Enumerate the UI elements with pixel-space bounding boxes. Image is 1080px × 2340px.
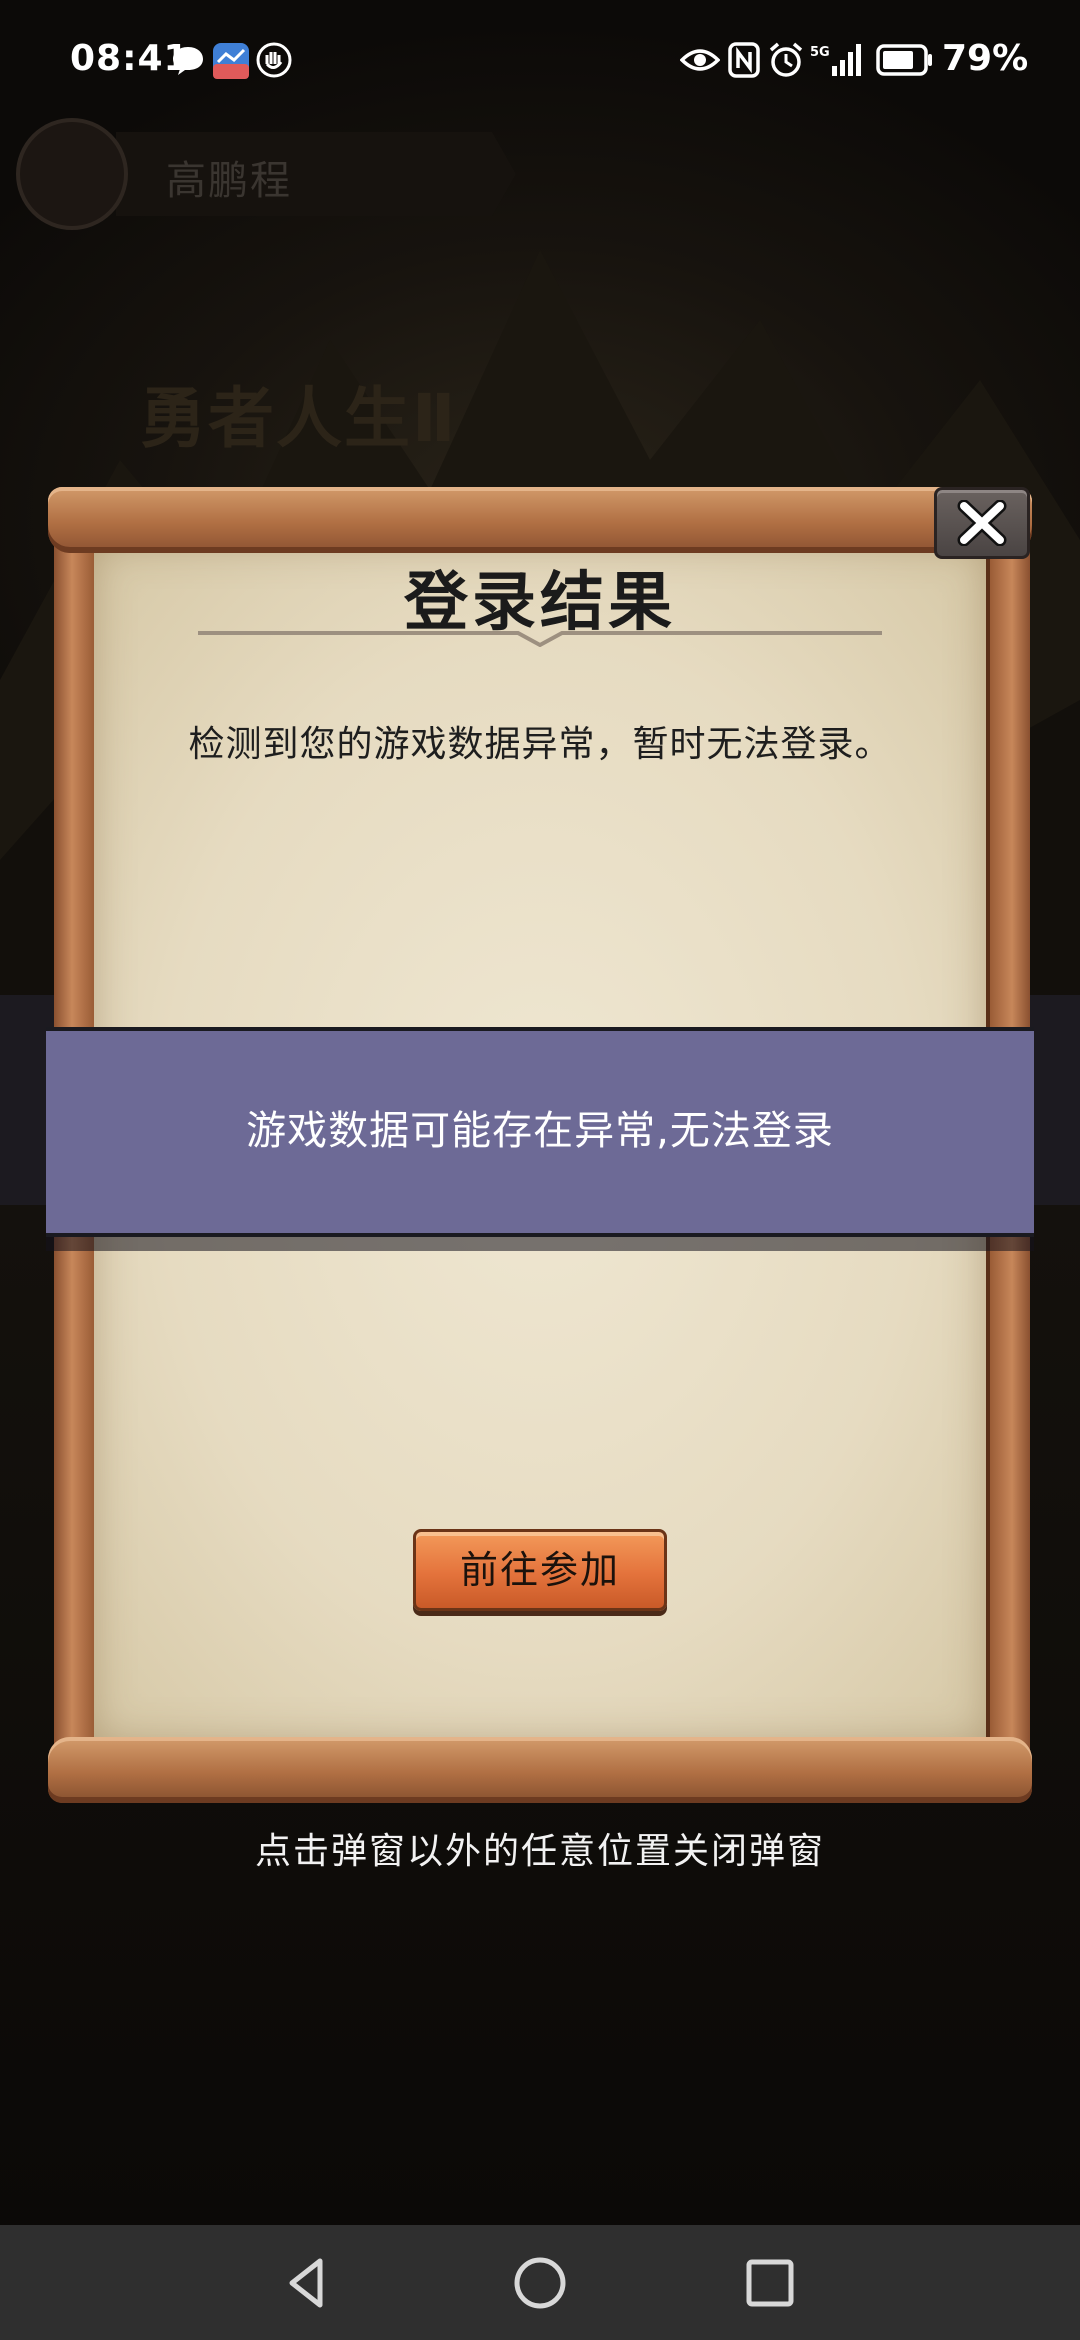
battery-icon	[876, 44, 932, 76]
screen: 高鹏程 勇者人生Ⅱ 08:41 5G 79% 登录结果 检测到您的游戏数据异常，…	[0, 0, 1080, 2340]
scroll-bottom-roll	[48, 1737, 1032, 1803]
network-type: 5G	[810, 45, 830, 60]
nfc-icon	[728, 42, 760, 78]
alarm-icon	[769, 42, 803, 77]
join-button[interactable]: 前往参加	[413, 1529, 667, 1611]
signal-icon: 5G	[810, 44, 861, 76]
dialog-message: 检测到您的游戏数据异常，暂时无法登录。	[188, 724, 892, 765]
close-button[interactable]	[934, 487, 1030, 559]
battery-percent: 79%	[942, 38, 1029, 79]
title-divider	[198, 631, 882, 647]
avatar	[16, 118, 128, 230]
message-icon	[173, 47, 203, 75]
game-title: 勇者人生Ⅱ	[140, 380, 458, 457]
hand-icon	[256, 42, 292, 78]
home-circle-icon[interactable]	[508, 2251, 572, 2315]
close-hint: 点击弹窗以外的任意位置关闭弹窗	[254, 1831, 825, 1872]
back-triangle-icon[interactable]	[276, 2251, 340, 2315]
app-notification-icon	[213, 43, 249, 79]
navigation-bar	[0, 2225, 1080, 2340]
eye-icon	[680, 49, 720, 71]
user-name: 高鹏程	[166, 158, 292, 204]
user-chip: 高鹏程	[16, 118, 516, 230]
scroll-top-roll	[48, 487, 1032, 553]
toast-message: 游戏数据可能存在异常,无法登录	[46, 1027, 1034, 1237]
recents-square-icon[interactable]	[738, 2251, 802, 2315]
status-bar: 08:41 5G 79%	[0, 0, 1080, 120]
close-icon	[957, 500, 1007, 546]
